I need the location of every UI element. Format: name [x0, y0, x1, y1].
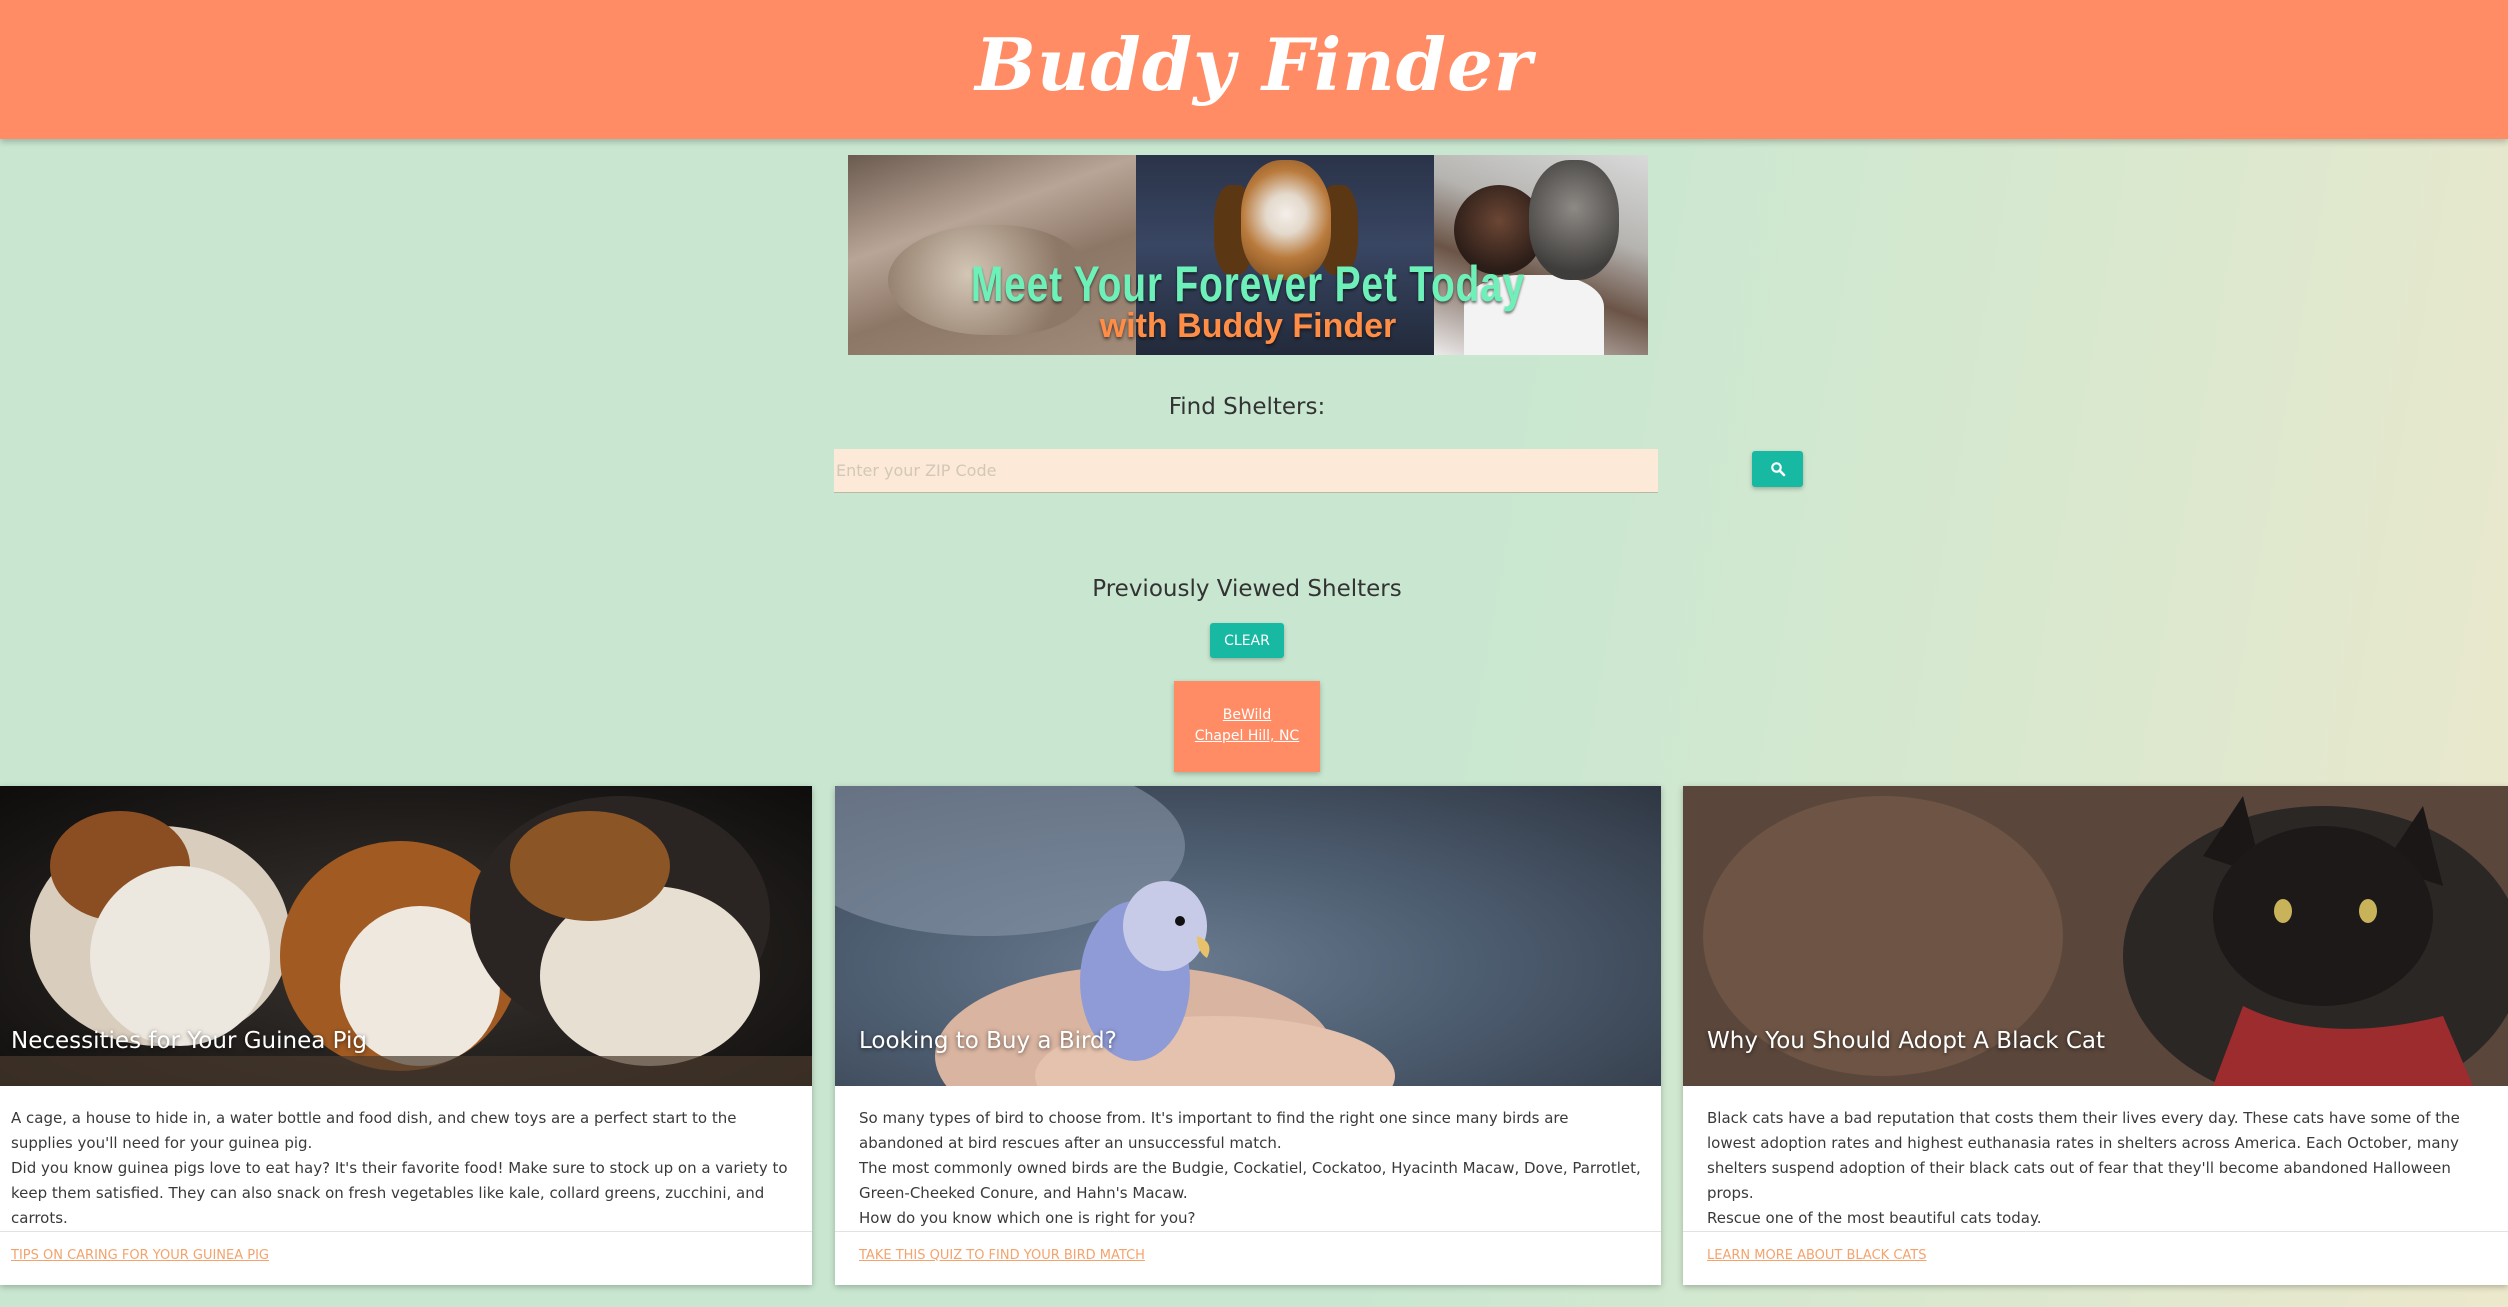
shelter-name-link[interactable]: BeWild — [1174, 705, 1320, 726]
search-icon — [1770, 462, 1785, 477]
shelter-card[interactable]: BeWild Chapel Hill, NC — [1174, 681, 1320, 772]
search-button[interactable] — [1752, 451, 1803, 487]
article-card-bird: Looking to Buy a Bird? So many types of … — [835, 786, 1661, 1285]
bird-quiz-link[interactable]: TAKE THIS QUIZ TO FIND YOUR BIRD MATCH — [859, 1248, 1145, 1263]
article-body: A cage, a house to hide in, a water bott… — [11, 1109, 788, 1227]
article-title: Looking to Buy a Bird? — [859, 1028, 1117, 1054]
article-card-black-cat: Why You Should Adopt A Black Cat Black c… — [1683, 786, 2508, 1285]
find-shelters-label: Find Shelters: — [1168, 394, 1326, 420]
article-title: Necessities for Your Guinea Pig — [11, 1028, 367, 1054]
card-divider — [0, 1231, 812, 1232]
site-header: Buddy Finder — [0, 0, 2508, 139]
shelter-location-link[interactable]: Chapel Hill, NC — [1174, 726, 1320, 747]
hero-banner: Meet Your Forever Pet Today with Buddy F… — [848, 155, 1648, 355]
banner-headline: Meet Your Forever Pet Today — [970, 256, 1526, 312]
black-cat-info-link[interactable]: LEARN MORE ABOUT BLACK CATS — [1707, 1248, 1926, 1263]
card-divider — [835, 1231, 1661, 1232]
card-divider — [1683, 1231, 2508, 1232]
zip-code-input[interactable] — [834, 449, 1658, 493]
banner-subheadline: with Buddy Finder — [1099, 307, 1397, 345]
guinea-pig-tips-link[interactable]: TIPS ON CARING FOR YOUR GUINEA PIG — [11, 1248, 269, 1263]
article-body: So many types of bird to choose from. It… — [859, 1109, 1641, 1227]
clear-button[interactable]: CLEAR — [1210, 623, 1284, 658]
article-title: Why You Should Adopt A Black Cat — [1707, 1028, 2106, 1054]
article-card-guinea-pig: Necessities for Your Guinea Pig A cage, … — [0, 786, 812, 1285]
site-title: Buddy Finder — [975, 22, 1533, 107]
article-body: Black cats have a bad reputation that co… — [1707, 1109, 2460, 1227]
previously-viewed-title: Previously Viewed Shelters — [1092, 576, 1402, 602]
